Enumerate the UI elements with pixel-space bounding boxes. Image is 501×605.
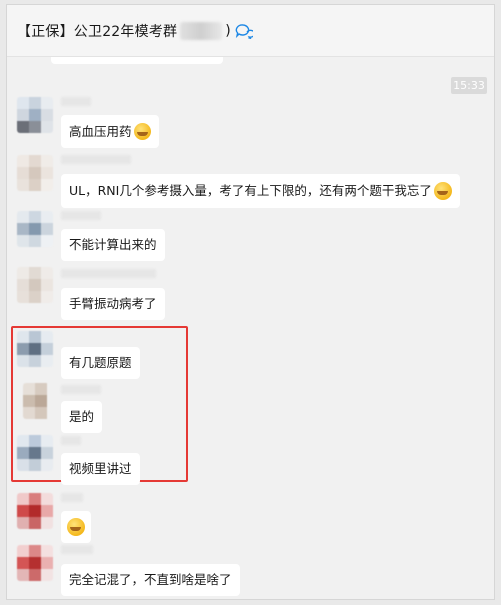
avatar[interactable]	[17, 493, 53, 529]
blurred-nickname	[61, 269, 156, 278]
blurred-nickname	[61, 493, 83, 502]
message-bubble[interactable]: 是的	[61, 401, 103, 433]
avatar[interactable]	[23, 383, 49, 419]
avatar[interactable]	[17, 211, 53, 247]
message-bubble[interactable]: 完全记混了，不直到啥是啥了	[61, 564, 240, 596]
message-text: 不能计算出来的	[69, 237, 157, 252]
chat-header: 【正保】公卫22年模考群 )	[7, 5, 494, 57]
message-text: 是的	[69, 409, 95, 424]
blurred-group-name	[180, 21, 223, 40]
avatar[interactable]	[17, 267, 53, 303]
message-bubble[interactable]: 有几题原题	[61, 347, 140, 379]
blurred-nickname	[61, 97, 91, 106]
blurred-nickname	[61, 385, 101, 394]
crying-emoji-icon	[433, 182, 452, 200]
message-bubble[interactable]: 不能计算出来的	[61, 229, 165, 261]
previous-message-bubble	[51, 57, 223, 64]
message-bubble[interactable]: 高血压用药	[61, 115, 159, 148]
message-bubble[interactable]: UL，RNI几个参考摄入量，考了有上下限的，还有两个题干我忘了	[61, 174, 460, 208]
chat-window: 【正保】公卫22年模考群 ) 15:33 高血压用药 UL，RNI几个参考摄入量…	[6, 4, 495, 600]
blurred-nickname	[61, 436, 81, 445]
avatar[interactable]	[17, 435, 53, 471]
avatar[interactable]	[17, 545, 53, 581]
message-text: UL，RNI几个参考摄入量，考了有上下限的，还有两个题干我忘了	[69, 183, 432, 198]
chat-scrollbar[interactable]	[487, 65, 492, 595]
group-title[interactable]: 【正保】公卫22年模考群	[17, 21, 177, 41]
message-text: 视频里讲过	[69, 461, 132, 476]
avatar[interactable]	[17, 155, 53, 191]
blurred-nickname	[61, 155, 131, 164]
avatar[interactable]	[17, 331, 53, 367]
avatar[interactable]	[17, 97, 53, 133]
chat-bubble-icon[interactable]	[235, 23, 253, 39]
message-text: 高血压用药	[69, 123, 132, 139]
blurred-nickname	[61, 211, 101, 220]
title-close-paren: )	[225, 22, 231, 39]
laughing-tears-emoji-icon	[133, 123, 151, 140]
message-text: 手臂振动病考了	[69, 296, 157, 311]
message-bubble[interactable]	[61, 511, 91, 543]
timestamp: 15:33	[451, 77, 487, 94]
message-text: 完全记混了，不直到啥是啥了	[69, 572, 232, 587]
blurred-nickname	[61, 545, 93, 554]
message-text: 有几题原题	[69, 355, 132, 370]
message-bubble[interactable]: 视频里讲过	[61, 453, 140, 485]
message-bubble[interactable]: 手臂振动病考了	[61, 288, 165, 320]
crying-emoji-icon	[67, 518, 85, 536]
